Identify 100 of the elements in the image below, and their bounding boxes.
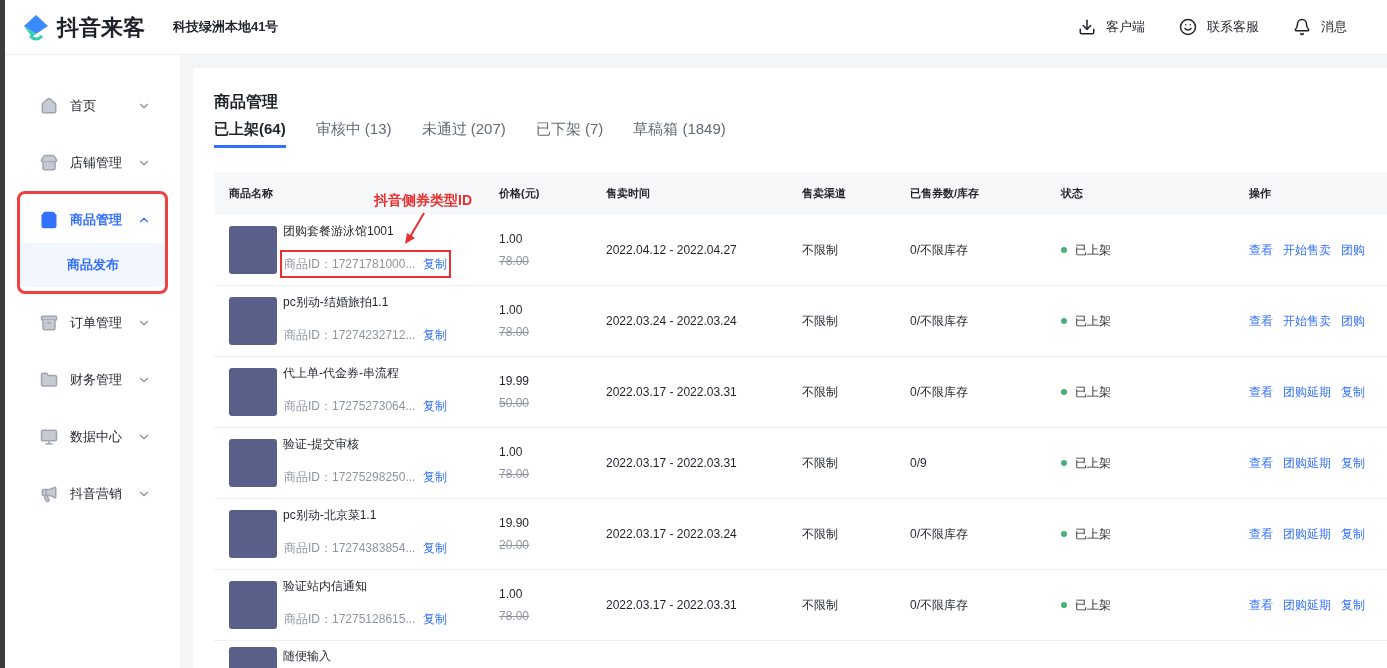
- sale-time: 2022.03.17 - 2022.03.31: [606, 596, 738, 614]
- action-link[interactable]: 复制: [1341, 524, 1365, 543]
- action-link[interactable]: 团购延期: [1283, 453, 1331, 472]
- action-link[interactable]: 开始售卖: [1283, 311, 1331, 330]
- action-link[interactable]: 复制: [1341, 595, 1365, 614]
- sidebar-item[interactable]: 订单管理: [20, 301, 165, 344]
- sidebar-item[interactable]: 商品管理: [20, 198, 165, 241]
- action-link[interactable]: 团购: [1341, 311, 1365, 330]
- copy-link[interactable]: 复制: [423, 538, 448, 557]
- sale-time: 2022.03.24 - 2022.03.24: [606, 312, 738, 330]
- action-link[interactable]: 查看: [1249, 240, 1273, 259]
- copy-link[interactable]: 复制: [423, 467, 448, 486]
- original-price: 78.00: [499, 465, 531, 483]
- stock-count: 0/9: [910, 454, 928, 472]
- action-link[interactable]: 查看: [1249, 311, 1273, 330]
- price: 1.00: [499, 301, 524, 319]
- product-id: 商品ID：17275273064...: [284, 397, 416, 415]
- status-text: 已上架: [1075, 596, 1111, 614]
- menu-icon: [40, 96, 58, 115]
- status-text: 已上架: [1075, 241, 1111, 259]
- menu-icon: [40, 484, 58, 503]
- menu-icon: [40, 427, 58, 446]
- action-link[interactable]: 复制: [1341, 453, 1365, 472]
- column-header: 已售券数/库存: [910, 186, 980, 199]
- stock-count: 0/不限库存: [910, 241, 969, 259]
- column-header: 售卖渠道: [802, 186, 846, 199]
- status-text: 已上架: [1075, 454, 1111, 472]
- photo-placeholder: [229, 225, 277, 274]
- action-link[interactable]: 团购: [1341, 240, 1365, 259]
- download-icon: [1078, 18, 1096, 36]
- sidebar-subitem[interactable]: 商品发布: [20, 243, 165, 287]
- copy-link[interactable]: 复制: [423, 609, 448, 628]
- store-name: 科技绿洲本地41号: [173, 18, 279, 37]
- sidebar-item[interactable]: 数据中心: [20, 415, 165, 458]
- product-name: pc别动-结婚旅拍1.1: [283, 293, 389, 311]
- copy-link[interactable]: 复制: [423, 325, 448, 344]
- stock-count: 0/不限库存: [910, 312, 969, 330]
- status-text: 已上架: [1075, 383, 1111, 401]
- column-header: 价格(元): [499, 186, 540, 199]
- copy-link[interactable]: 复制: [423, 396, 448, 415]
- product-name: 团购套餐游泳馆1001: [283, 222, 394, 240]
- status-text: 已上架: [1075, 525, 1111, 543]
- sale-channel: 不限制: [802, 454, 839, 472]
- column-header: 操作: [1249, 186, 1271, 199]
- photo-placeholder: [229, 438, 277, 487]
- sale-time: 2022.03.17 - 2022.03.31: [606, 383, 738, 401]
- photo-placeholder: [229, 367, 277, 416]
- action-link[interactable]: 查看: [1249, 595, 1273, 614]
- action-link[interactable]: 团购延期: [1283, 382, 1331, 401]
- product-id: 商品ID：17275128615...: [284, 610, 416, 628]
- price: 1.00: [499, 585, 524, 603]
- product-name: 验证-提交审核: [283, 435, 359, 453]
- sale-channel: 不限制: [802, 241, 839, 259]
- sidebar-item[interactable]: 抖音营销: [20, 472, 165, 515]
- original-price: 78.00: [499, 323, 531, 341]
- price: 1.00: [499, 230, 524, 248]
- sale-channel: 不限制: [802, 383, 839, 401]
- photo-placeholder: [229, 509, 277, 558]
- action-link[interactable]: 团购延期: [1283, 595, 1331, 614]
- copy-link[interactable]: 复制: [423, 254, 448, 273]
- annotation-label: 抖音侧券类型ID: [374, 190, 472, 210]
- sale-channel: 不限制: [802, 525, 839, 543]
- header-button[interactable]: 联系客服: [1179, 17, 1259, 37]
- annotation-arrow: [402, 210, 428, 245]
- action-link[interactable]: 查看: [1249, 453, 1273, 472]
- tab[interactable]: 草稿箱 (1849): [633, 118, 726, 148]
- header-button[interactable]: 消息: [1293, 17, 1347, 37]
- tab[interactable]: 已上架(64): [214, 118, 286, 148]
- product-name: 代上单-代金券-串流程: [283, 364, 399, 382]
- action-link[interactable]: 团购延期: [1283, 524, 1331, 543]
- action-link[interactable]: 查看: [1249, 524, 1273, 543]
- tab[interactable]: 未通过 (207): [421, 118, 506, 148]
- price: 1.00: [499, 443, 524, 461]
- sidebar-item[interactable]: 财务管理: [20, 358, 165, 401]
- sidebar-item[interactable]: 首页: [20, 84, 165, 127]
- product-id: 商品ID：17275298250...: [284, 468, 416, 486]
- original-price: 78.00: [499, 252, 531, 270]
- tab[interactable]: 审核中 (13): [315, 118, 392, 148]
- action-link[interactable]: 复制: [1341, 382, 1365, 401]
- tab[interactable]: 已下架 (7): [535, 118, 604, 148]
- stock-count: 0/不限库存: [910, 525, 969, 543]
- product-id: 商品ID：17274232712...: [284, 326, 416, 344]
- original-price: 20.00: [499, 536, 531, 554]
- stock-count: 0/不限库存: [910, 383, 969, 401]
- action-link[interactable]: 查看: [1249, 382, 1273, 401]
- header-button[interactable]: 客户端: [1078, 17, 1145, 37]
- column-header: 售卖时间: [606, 186, 650, 199]
- sidebar-item[interactable]: 店铺管理: [20, 141, 165, 184]
- original-price: 50.00: [499, 394, 531, 412]
- menu-icon: [40, 370, 58, 389]
- smiley-icon: [1179, 18, 1197, 36]
- bell-icon: [1293, 18, 1311, 36]
- product-id: 商品ID：17271781000...: [284, 255, 416, 273]
- product-name: 随便输入: [283, 647, 331, 665]
- action-link[interactable]: 开始售卖: [1283, 240, 1331, 259]
- logo-text: 抖音来客: [57, 13, 145, 42]
- price: 19.90: [499, 514, 531, 532]
- price: 19.99: [499, 372, 531, 390]
- photo-placeholder: [229, 296, 277, 345]
- column-header: 状态: [1061, 186, 1083, 199]
